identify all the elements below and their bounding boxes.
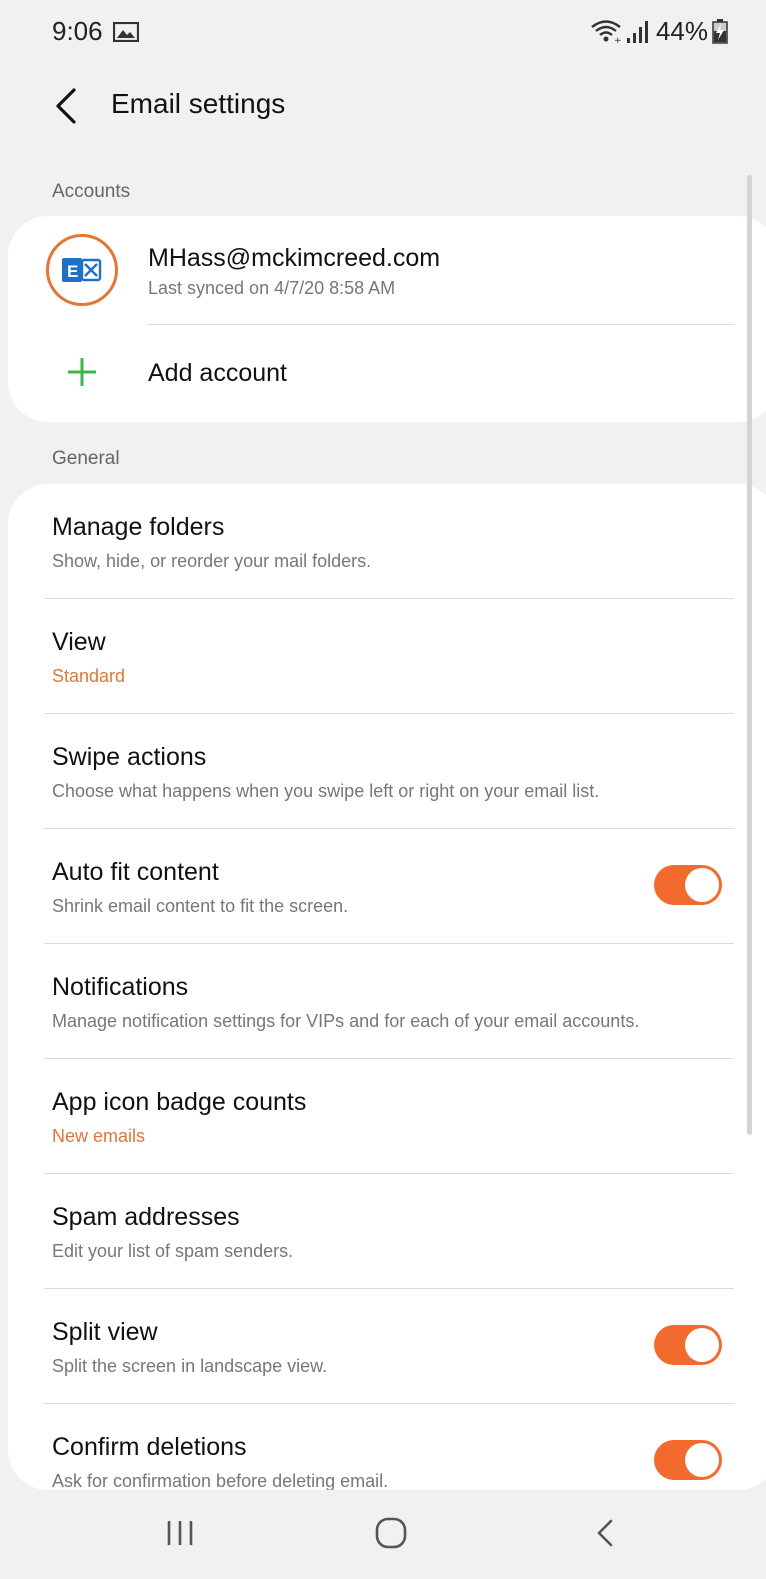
general-settings-card: Manage folders Show, hide, or reorder yo… [8, 484, 766, 1491]
account-last-synced: Last synced on 4/7/20 8:58 AM [148, 278, 396, 298]
setting-auto-fit-content[interactable]: Auto fit content Shrink email content to… [8, 829, 766, 944]
setting-title: Notifications [52, 973, 189, 1001]
setting-title: Split view [52, 1318, 158, 1346]
svg-text:+: + [614, 36, 622, 44]
home-button[interactable] [361, 1508, 421, 1558]
exchange-icon: E [46, 234, 118, 306]
setting-view[interactable]: View Standard [8, 599, 766, 714]
setting-title: Manage folders [52, 513, 225, 541]
accounts-section-label: Accounts [52, 181, 131, 202]
setting-title: Spam addresses [52, 1203, 240, 1231]
svg-text:E: E [67, 262, 78, 281]
wifi-icon: + [591, 20, 622, 44]
accounts-card: E MHass@mckimcreed.com Last synced on 4/… [8, 216, 766, 422]
toggle-knob [685, 868, 719, 902]
system-nav-bar [0, 1490, 766, 1579]
setting-title: Swipe actions [52, 743, 207, 771]
back-chevron-icon [597, 1519, 613, 1547]
setting-split-view[interactable]: Split view Split the screen in landscape… [8, 1289, 766, 1404]
account-item[interactable]: E MHass@mckimcreed.com Last synced on 4/… [8, 216, 766, 324]
setting-title: Auto fit content [52, 858, 219, 886]
setting-title: View [52, 628, 106, 656]
setting-value: New emails [52, 1126, 146, 1146]
setting-notifications[interactable]: Notifications Manage notification settin… [8, 944, 766, 1059]
recent-apps-icon [167, 1521, 193, 1545]
setting-value: Standard [52, 666, 126, 686]
add-account-label: Add account [148, 359, 287, 387]
setting-subtitle: Shrink email content to fit the screen. [52, 896, 349, 916]
auto-fit-content-toggle[interactable] [654, 865, 722, 905]
split-view-toggle[interactable] [654, 1325, 722, 1365]
app-header: Email settings [0, 70, 766, 142]
status-time: 9:06 [52, 16, 103, 46]
setting-subtitle: Edit your list of spam senders. [52, 1241, 294, 1261]
home-icon [375, 1517, 407, 1549]
back-arrow-icon[interactable] [48, 86, 84, 126]
divider [148, 324, 734, 325]
setting-subtitle: Split the screen in landscape view. [52, 1356, 328, 1376]
setting-spam-addresses[interactable]: Spam addresses Edit your list of spam se… [8, 1174, 766, 1289]
account-email: MHass@mckimcreed.com [148, 244, 441, 272]
general-section-label: General [52, 448, 120, 469]
back-button[interactable] [575, 1508, 635, 1558]
toggle-knob [685, 1443, 719, 1477]
status-indicators: + 44% [590, 14, 728, 48]
toggle-knob [685, 1328, 719, 1362]
battery-percentage: 44% [655, 15, 708, 46]
setting-manage-folders[interactable]: Manage folders Show, hide, or reorder yo… [8, 484, 766, 599]
signal-icon [626, 21, 648, 43]
setting-subtitle: Show, hide, or reorder your mail folders… [52, 551, 372, 571]
setting-subtitle: Manage notification settings for VIPs an… [52, 1011, 640, 1031]
plus-icon [68, 358, 96, 386]
status-bar: 9:06 + 44% [0, 0, 766, 64]
setting-subtitle: Ask for confirmation before deleting ema… [52, 1471, 389, 1491]
recent-apps-button[interactable] [150, 1508, 210, 1558]
setting-swipe-actions[interactable]: Swipe actions Choose what happens when y… [8, 714, 766, 829]
setting-subtitle: Choose what happens when you swipe left … [52, 781, 600, 801]
setting-title: Confirm deletions [52, 1433, 247, 1461]
gallery-notification-icon [113, 22, 139, 42]
confirm-deletions-toggle[interactable] [654, 1440, 722, 1480]
setting-app-icon-badge-counts[interactable]: App icon badge counts New emails [8, 1059, 766, 1174]
screen: 9:06 + 44% Email settings Accounts E MHa… [0, 0, 766, 1579]
scrollbar[interactable] [747, 175, 752, 1135]
battery-charging-icon [712, 19, 728, 44]
page-title: Email settings [111, 88, 286, 119]
add-account-button[interactable]: Add account [8, 326, 766, 426]
setting-title: App icon badge counts [52, 1088, 307, 1116]
